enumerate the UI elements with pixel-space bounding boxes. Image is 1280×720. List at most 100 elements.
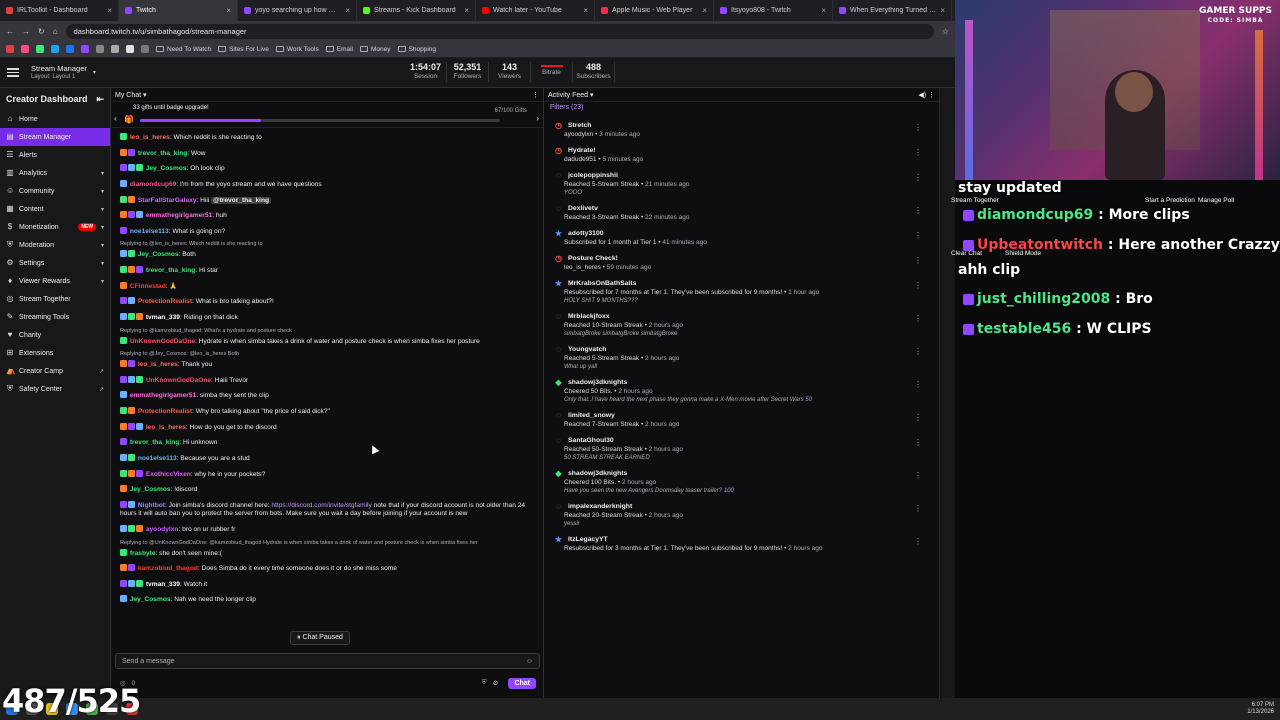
settings-icon[interactable]: ⚙ xyxy=(493,679,499,687)
chat-username[interactable]: frasbyte xyxy=(130,550,156,557)
chat-message[interactable]: ExothiccVixen: why he in your pockets? xyxy=(118,467,538,483)
browser-tab[interactable]: yoyo searching up how much li × xyxy=(238,0,357,21)
activity-username[interactable]: Hydrate! xyxy=(568,147,596,154)
chat-username[interactable]: Jey_Cosmos xyxy=(130,597,171,604)
chat-username[interactable]: diamondcup69 xyxy=(130,181,177,188)
back-icon[interactable]: ← xyxy=(6,27,14,36)
activity-more-icon[interactable]: ⋮ xyxy=(914,380,922,389)
chevron-down-icon[interactable]: ▾ xyxy=(93,69,96,76)
chat-username[interactable]: leo_is_heres xyxy=(130,134,170,141)
forward-icon[interactable]: → xyxy=(22,27,30,36)
bookmark-favicon-icon[interactable] xyxy=(51,45,59,53)
sidebar-item-settings[interactable]: ⚙ Settings ▾ xyxy=(0,254,110,272)
sidebar-item-analytics[interactable]: ▥ Analytics ▾ xyxy=(0,164,110,182)
browser-tab[interactable]: When Everything Turned Pink × xyxy=(833,0,952,21)
bookmark-favicon-icon[interactable] xyxy=(66,45,74,53)
chat-send-button[interactable]: Chat xyxy=(508,677,536,689)
collapse-sidebar-icon[interactable]: ⇤ xyxy=(96,94,104,105)
chat-mention[interactable]: @trevor_tha_king xyxy=(211,196,272,204)
chat-username[interactable]: trevor_tha_king xyxy=(138,150,187,157)
star-icon[interactable]: ☆ xyxy=(942,27,949,36)
chat-username[interactable]: CFinnestad xyxy=(130,283,166,290)
sidebar-item-content[interactable]: ▦ Content ▾ xyxy=(0,200,110,218)
chat-username[interactable]: trevor_tha_king xyxy=(146,267,195,274)
activity-username[interactable]: ItzLegacyYT xyxy=(568,536,608,543)
activity-username[interactable]: SantaGhoul30 xyxy=(568,437,614,444)
chat-more-icon[interactable]: ⋮ xyxy=(532,91,539,99)
sidebar-item-stream-together[interactable]: ◎ Stream Together xyxy=(0,290,110,308)
chat-message[interactable]: noe1else113: Because you are a stud xyxy=(118,451,538,467)
close-tab-icon[interactable]: × xyxy=(702,6,707,15)
activity-username[interactable]: Stretch xyxy=(568,122,591,129)
chat-username[interactable]: ExothiccVixen xyxy=(146,471,191,478)
sidebar-item-stream-manager[interactable]: ▤ Stream Manager xyxy=(0,128,110,146)
chat-message[interactable]: ayoodylxn: bro on ur rubber fr xyxy=(118,522,538,538)
chat-message[interactable]: frasbyte: she don't seen mine:( xyxy=(118,546,538,562)
activity-more-icon[interactable]: ⋮ xyxy=(914,231,922,240)
activity-username[interactable]: Posture Check! xyxy=(568,255,618,262)
bookmark-favicon-icon[interactable] xyxy=(141,45,149,53)
close-tab-icon[interactable]: × xyxy=(345,6,350,15)
gift-next-icon[interactable]: › xyxy=(536,114,539,123)
bookmark-favicon-icon[interactable] xyxy=(126,45,134,53)
shield-icon[interactable]: ⛨ xyxy=(482,679,487,687)
chat-username[interactable]: tvman_339 xyxy=(146,314,180,321)
activity-item[interactable]: ◷ Posture Check! leo_is_heres • 59 minutes… xyxy=(545,251,940,276)
activity-more-icon[interactable]: ⋮ xyxy=(914,256,922,265)
mute-icon[interactable]: ◀) xyxy=(918,92,926,99)
chat-username[interactable]: ProtectionRealist xyxy=(138,298,192,305)
sidebar-item-home[interactable]: ⌂ Home xyxy=(0,110,110,128)
gift-prev-icon[interactable]: ‹ xyxy=(114,114,117,123)
browser-tab[interactable]: Apple Music - Web Player × xyxy=(595,0,714,21)
chat-message[interactable]: StarFallStarGalaxy: Hiii @trevor_tha_kin… xyxy=(118,193,538,209)
bookmark-folder[interactable]: Need To Watch xyxy=(156,46,211,53)
activity-more-icon[interactable]: ⋮ xyxy=(914,347,922,356)
chat-message[interactable]: ProtectionRealist: What is bro talking a… xyxy=(118,294,538,310)
chat-message[interactable]: tvman_339: Watch it xyxy=(118,577,538,593)
activity-username[interactable]: MrKrabsOnBathSalts xyxy=(568,280,636,287)
chat-link[interactable]: https://discord.com/invite/stgfamily xyxy=(271,502,371,509)
activity-item[interactable]: ◌ Youngvatch Reached 5-Stream Streak • 2 h… xyxy=(545,342,940,375)
chat-message[interactable]: tvman_339: Riding on that dick xyxy=(118,310,538,326)
activity-item[interactable]: ◆ shadowj3dknights Cheered 100 Bits. • 2 h… xyxy=(545,466,940,499)
sidebar-item-extensions[interactable]: ⊞ Extensions xyxy=(0,344,110,362)
chat-username[interactable]: Jey_Cosmos xyxy=(130,486,171,493)
chat-message[interactable]: leo_is_heres: Thank you xyxy=(118,357,538,373)
activity-feed-title[interactable]: Activity Feed ▾ xyxy=(548,91,594,99)
chat-username[interactable]: emmathegirlgamer51 xyxy=(130,393,196,400)
home-icon[interactable]: ⌂ xyxy=(53,27,58,36)
chat-username[interactable]: leo_is_heres xyxy=(146,424,186,431)
sidebar-item-community[interactable]: ☺ Community ▾ xyxy=(0,182,110,200)
chat-username[interactable]: leo_is_heres xyxy=(138,361,178,368)
browser-tab[interactable]: IRLToolkit - Dashboard × xyxy=(0,0,119,21)
chat-message[interactable]: trevor_tha_king: Wow xyxy=(118,146,538,162)
bookmark-folder[interactable]: Money xyxy=(360,46,391,53)
activity-username[interactable]: Dexlivetv xyxy=(568,205,598,212)
taskbar-clock[interactable]: 6:07 PM 1/13/2026 xyxy=(1247,702,1274,716)
chat-title[interactable]: My Chat ▾ xyxy=(115,91,147,99)
sidebar-item-creator-camp[interactable]: ⛺ Creator Camp ↗ xyxy=(0,362,110,380)
chat-message[interactable]: trevor_tha_king: Hi star xyxy=(118,263,538,279)
activity-more-icon[interactable]: ⋮ xyxy=(914,537,922,546)
activity-item[interactable]: ◌ limited_snowy Reached 7-Stream Streak • … xyxy=(545,408,940,433)
activity-item[interactable]: ◌ Mrblackjfoxx Reached 10-Stream Streak • … xyxy=(545,309,940,342)
browser-tab[interactable]: Watch later - YouTube × xyxy=(476,0,595,21)
chat-username[interactable]: UnKnownGodDaOne xyxy=(146,377,211,384)
bookmark-favicon-icon[interactable] xyxy=(36,45,44,53)
activity-item[interactable]: ◌ jcolepoppinshii Reached 5-Stream Streak … xyxy=(545,168,940,201)
bookmark-folder[interactable]: Email xyxy=(325,46,353,53)
sidebar-item-alerts[interactable]: ☰ Alerts xyxy=(0,146,110,164)
chat-message[interactable]: ProtectionRealist: Why bro talking about… xyxy=(118,404,538,420)
bookmark-folder[interactable]: Work Tools xyxy=(275,46,319,53)
chat-username[interactable]: noe1else113 xyxy=(138,455,177,462)
chat-message[interactable]: Nightbot: Join simba's discord channel h… xyxy=(118,498,538,522)
activity-more-icon[interactable]: ⋮ xyxy=(928,92,935,99)
chat-username[interactable]: Jey_Cosmos xyxy=(146,165,187,172)
sidebar-item-charity[interactable]: ♥ Charity xyxy=(0,326,110,344)
bookmark-favicon-icon[interactable] xyxy=(81,45,89,53)
close-tab-icon[interactable]: × xyxy=(464,6,469,15)
chat-message[interactable]: UnKnownGodDaOne: Hydrate is when simba t… xyxy=(118,334,538,350)
chat-input[interactable]: Send a message ☺ xyxy=(115,653,540,669)
bookmark-favicon-icon[interactable] xyxy=(21,45,29,53)
stream-manager-title[interactable]: Stream Manager Layout: Layout 1 xyxy=(31,64,87,82)
